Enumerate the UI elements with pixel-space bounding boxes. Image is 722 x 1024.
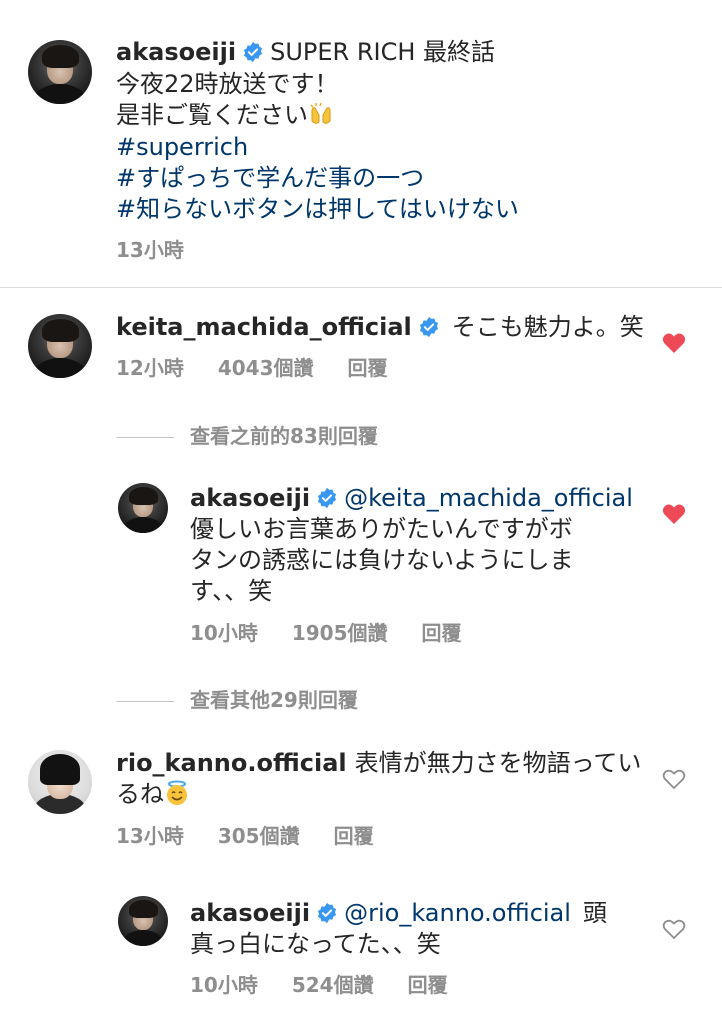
reply1-line-2: 優しいお言葉ありがたいんですがボ [190,515,573,543]
reply1-line-4: す、、笑 [190,577,273,605]
reply1-reply-button[interactable]: 回覆 [422,621,462,645]
caption-time: 13小時 [116,238,184,262]
verified-badge-icon [318,487,337,509]
reply2-text-1: 頭 [582,899,607,927]
heart-icon[interactable] [662,332,686,354]
avatar-akasoeiji[interactable] [28,40,92,104]
avatar-akasoeiji-reply1[interactable] [118,483,168,533]
view-other-replies[interactable]: 查看其他29則回覆 [116,684,358,713]
avatar-akasoeiji-reply2[interactable] [118,896,168,946]
caption-line-3: 是非ご覧ください [116,99,334,131]
verified-badge-icon [419,316,438,338]
reply1-meta: 10小時 1905個讚 回覆 [190,619,496,647]
comment2-username[interactable]: rio_kanno.official [116,749,347,777]
reply1-mention[interactable]: @keita_machida_official [344,484,633,512]
reply2-reply-button[interactable]: 回覆 [408,973,448,997]
smiling-halo-emoji [167,780,187,805]
caption-line-3-text: 是非ご覧ください [116,101,308,129]
hashtag-suppacchi[interactable]: #すぱっちで学んだ事の一つ [116,162,424,194]
reply1-time: 10小時 [190,621,258,645]
verified-badge-icon [318,902,337,924]
reply2-line-2: 真っ白になってた、、笑 [190,930,441,958]
comment2-line-1: rio_kanno.official 表情が無力さを物語ってい [116,747,641,779]
avatar-keita-machida[interactable] [28,314,92,378]
reply1-username[interactable]: akasoeiji [190,484,310,512]
comment2-text-2: るね [116,780,164,808]
comment2-line-2: るね [116,778,190,810]
view-previous-label[interactable]: 查看之前的83則回覆 [190,424,378,448]
hashtag-button[interactable]: #知らないボタンは押してはいけない [116,193,519,225]
comment2-text-1: 表情が無力さを物語ってい [354,749,642,777]
hashtag-superrich[interactable]: #superrich [116,131,248,163]
comment2-reply-button[interactable]: 回覆 [334,824,374,848]
caption-divider [0,287,722,288]
comment1-time: 12小時 [116,356,184,380]
raised-hands-emoji [310,102,331,124]
avatar-rio-kanno[interactable] [28,750,92,814]
caption-line-1: akasoeiji SUPER RICH 最終話 [116,36,495,68]
reply2-meta: 10小時 524個讚 回覆 [190,971,482,999]
caption-username[interactable]: akasoeiji [116,38,236,66]
reply2-username[interactable]: akasoeiji [190,899,310,927]
heart-icon[interactable] [662,503,686,525]
view-more-rule [116,701,174,702]
reply2-mention[interactable]: @rio_kanno.official [344,899,571,927]
comment1-meta: 12小時 4043個讚 回覆 [116,354,422,382]
verified-badge-icon [244,41,263,63]
comment1-likes[interactable]: 4043個讚 [218,356,314,380]
comment2-meta: 13小時 305個讚 回覆 [116,822,408,850]
view-other-label[interactable]: 查看其他29則回覆 [190,688,358,712]
comment1-username[interactable]: keita_machida_official [116,313,412,341]
comment1-text: そこも魅力よ。笑 [451,313,644,341]
heart-outline-icon[interactable] [662,918,686,940]
reply2-time: 10小時 [190,973,258,997]
reply1-line-1: akasoeiji @keita_machida_official [190,482,633,514]
comment1-reply-button[interactable]: 回覆 [348,356,388,380]
comment2-likes[interactable]: 305個讚 [218,824,300,848]
reply2-line-1: akasoeiji @rio_kanno.official 頭 [190,897,607,929]
caption-meta: 13小時 [116,236,218,264]
comment1-line: keita_machida_official そこも魅力よ。笑 [116,311,644,343]
reply2-likes[interactable]: 524個讚 [292,973,374,997]
comment2-time: 13小時 [116,824,184,848]
caption-line-2: 今夜22時放送です！ [116,70,339,98]
view-previous-replies[interactable]: 查看之前的83則回覆 [116,420,378,449]
reply1-line-3: タンの誘惑には負けないようにしま [190,546,574,574]
caption-title: SUPER RICH 最終話 [270,38,496,66]
heart-outline-icon[interactable] [662,768,686,790]
view-more-rule [116,437,174,438]
reply1-likes[interactable]: 1905個讚 [292,621,388,645]
